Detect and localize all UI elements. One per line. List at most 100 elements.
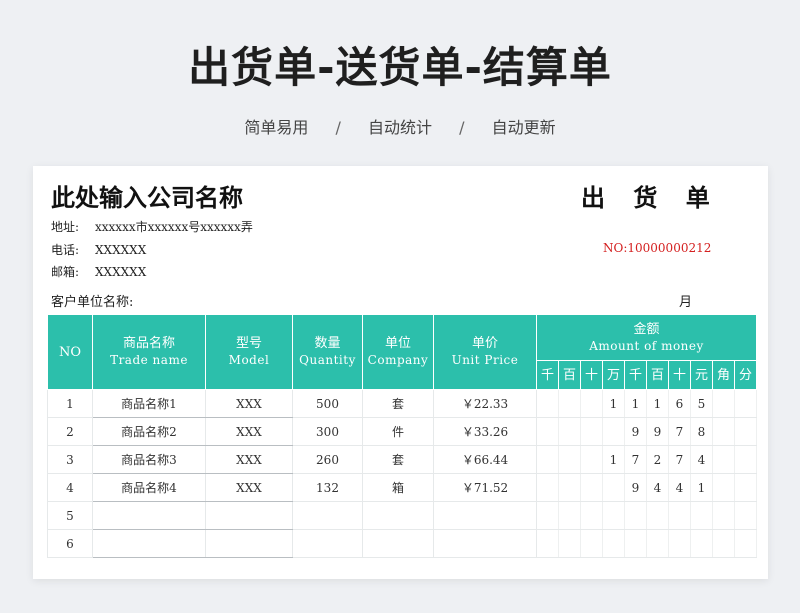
unit-price-cell[interactable]: ￥71.52 — [433, 473, 537, 502]
trade-name-cell[interactable]: 商品名称4 — [92, 473, 206, 502]
amount-digit-cell — [558, 389, 581, 418]
trade-name-cell[interactable]: 商品名称2 — [92, 417, 206, 446]
amount-digit-cell — [712, 445, 735, 474]
amount-digit-cell: 8 — [690, 417, 713, 446]
model-cell[interactable]: XXX — [205, 389, 293, 418]
document-number: NO:10000000212 — [603, 241, 712, 255]
row-no-cell: 2 — [47, 417, 93, 446]
model-cell[interactable]: XXX — [205, 473, 293, 502]
amount-digit-cell: 4 — [668, 473, 691, 502]
header-trade-name: 商品名称 Trade name — [92, 314, 206, 390]
trade-name-cell[interactable]: 商品名称3 — [92, 445, 206, 474]
amount-digit-cell — [536, 445, 559, 474]
amount-digit-cell — [734, 389, 757, 418]
amount-digit-cell: 9 — [624, 417, 647, 446]
phone-value[interactable]: XXXXXX — [95, 243, 146, 257]
trade-name-cell[interactable] — [92, 529, 206, 558]
amount-digit-cell: 7 — [668, 417, 691, 446]
amount-digit-cell — [602, 529, 625, 558]
trade-name-cell[interactable]: 商品名称1 — [92, 389, 206, 418]
company-name-field[interactable]: 此处输入公司名称 — [51, 178, 243, 213]
tagline-item: 自动更新 — [491, 118, 556, 137]
amount-digit-cell — [690, 501, 713, 530]
quantity-cell[interactable]: 300 — [292, 417, 363, 446]
header-unit-cn: 单位 — [384, 336, 411, 351]
feature-tagline: 简单易用 / 自动统计 / 自动更新 — [0, 114, 800, 138]
header-amount-cn: 金额 — [633, 321, 660, 337]
amount-digit-cell — [558, 473, 581, 502]
row-no-cell: 5 — [47, 501, 93, 530]
header-unit-price-en: Unit Price — [451, 353, 519, 367]
amount-digit-cell — [646, 501, 669, 530]
amount-digit-cell — [734, 529, 757, 558]
model-cell[interactable] — [205, 501, 293, 530]
unit-cell[interactable]: 套 — [362, 445, 434, 474]
row-no-cell: 1 — [47, 389, 93, 418]
amount-digit-cell: 1 — [602, 389, 625, 418]
amount-digit-cell: 9 — [624, 473, 647, 502]
amount-digit-cell — [734, 501, 757, 530]
table-row: 6 — [47, 529, 757, 558]
amount-digit-cell — [580, 445, 603, 474]
model-cell[interactable] — [205, 529, 293, 558]
address-line: 地址: xxxxxx市xxxxxx号xxxxxx弄 — [51, 218, 253, 235]
unit-cell[interactable]: 箱 — [362, 473, 434, 502]
goods-table: NO 商品名称 Trade name 型号 Model 数量 Quantity … — [47, 314, 757, 558]
email-value[interactable]: XXXXXX — [95, 265, 146, 279]
row-no-cell: 6 — [47, 529, 93, 558]
tagline-separator: / — [459, 118, 465, 137]
phone-label: 电话: — [51, 243, 80, 257]
amount-digit-cell — [624, 529, 647, 558]
unit-cell[interactable]: 套 — [362, 389, 434, 418]
trade-name-cell[interactable] — [92, 501, 206, 530]
amount-digit-cell: 2 — [646, 445, 669, 474]
unit-price-cell[interactable]: ￥22.33 — [433, 389, 537, 418]
quantity-cell[interactable] — [292, 501, 363, 530]
tagline-item: 简单易用 — [244, 118, 309, 137]
amount-digit-cell: 1 — [646, 389, 669, 418]
unit-cell[interactable]: 件 — [362, 417, 434, 446]
amount-digit-cell — [558, 501, 581, 530]
unit-price-cell[interactable] — [433, 501, 537, 530]
header-digit: 元 — [690, 360, 713, 390]
quantity-cell[interactable]: 132 — [292, 473, 363, 502]
model-cell[interactable]: XXX — [205, 445, 293, 474]
unit-price-cell[interactable] — [433, 529, 537, 558]
amount-digit-cell — [734, 473, 757, 502]
header-quantity: 数量 Quantity — [292, 314, 363, 390]
table-row: 1 商品名称1 XXX 500 套 ￥22.33 1 1 1 6 5 — [47, 389, 757, 418]
page-title: 出货单-送货单-结算单 — [188, 43, 612, 92]
amount-digit-cell: 4 — [690, 445, 713, 474]
row-no-cell: 4 — [47, 473, 93, 502]
tagline-separator: / — [335, 118, 341, 137]
header-digit: 千 — [624, 360, 647, 390]
unit-cell[interactable] — [362, 529, 434, 558]
header-amount: 金额 Amount of money — [536, 314, 757, 361]
amount-digit-cell — [558, 445, 581, 474]
unit-price-cell[interactable]: ￥33.26 — [433, 417, 537, 446]
amount-digit-cell: 1 — [624, 389, 647, 418]
amount-digit-cell — [580, 473, 603, 502]
amount-digit-cell: 7 — [624, 445, 647, 474]
quantity-cell[interactable] — [292, 529, 363, 558]
quantity-cell[interactable]: 260 — [292, 445, 363, 474]
amount-digit-cell — [580, 417, 603, 446]
header-amount-en: Amount of money — [589, 338, 704, 353]
unit-cell[interactable] — [362, 501, 434, 530]
header-model-en: Model — [228, 353, 270, 367]
phone-line: 电话: XXXXXX — [51, 241, 146, 258]
invoice-sheet: 此处输入公司名称 出 货 单 地址: xxxxxx市xxxxxx号xxxxxx弄 … — [33, 166, 768, 579]
model-cell[interactable]: XXX — [205, 417, 293, 446]
unit-price-cell[interactable]: ￥66.44 — [433, 445, 537, 474]
address-value[interactable]: xxxxxx市xxxxxx号xxxxxx弄 — [95, 218, 253, 235]
amount-digit-cell — [602, 417, 625, 446]
amount-digit-cell — [734, 445, 757, 474]
quantity-cell[interactable]: 500 — [292, 389, 363, 418]
table-row: 4 商品名称4 XXX 132 箱 ￥71.52 9 4 4 1 — [47, 473, 757, 502]
amount-digit-cell — [646, 529, 669, 558]
amount-digit-cell — [558, 529, 581, 558]
month-label: 月 — [679, 295, 693, 310]
header-model-cn: 型号 — [235, 336, 262, 351]
amount-digit-cell — [690, 529, 713, 558]
amount-digit-cell — [624, 501, 647, 530]
